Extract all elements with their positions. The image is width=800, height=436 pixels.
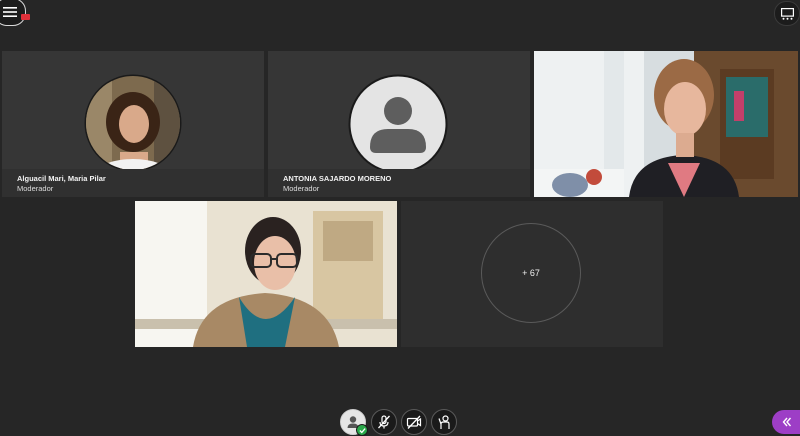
raise-hand-button[interactable] — [431, 409, 457, 435]
participant-name: Alguacil Mari, Maria Pilar — [17, 174, 106, 183]
participant-tile-1[interactable]: Alguacil Mari, Maria Pilar Moderador — [2, 51, 264, 197]
collapse-chevron-icon — [782, 417, 792, 427]
layout-toggle-button[interactable] — [774, 1, 800, 26]
status-ok-badge — [356, 424, 368, 436]
camera-off-icon — [406, 415, 422, 429]
more-participants-tile[interactable]: + 67 — [401, 201, 663, 347]
participant-info: ANTONIA SAJARDO MORENO Moderador — [268, 169, 530, 197]
participant-info: Alguacil Mari, Maria Pilar Moderador — [2, 169, 264, 197]
menu-icon — [3, 7, 17, 17]
participant-role: Moderador — [283, 184, 320, 193]
participant-video — [135, 201, 397, 347]
recording-icon — [21, 14, 30, 20]
more-participants-count: + 67 — [481, 223, 581, 323]
check-icon — [358, 427, 366, 433]
mic-off-icon — [378, 415, 390, 429]
overflow-count-label: + 67 — [522, 268, 540, 278]
layout-icon — [780, 7, 794, 20]
microphone-toggle-button[interactable] — [371, 409, 397, 435]
participant-video-tile-4[interactable] — [135, 201, 397, 347]
avatar — [84, 74, 182, 172]
user-silhouette-icon — [348, 74, 448, 174]
participant-name: ANTONIA SAJARDO MORENO — [283, 174, 392, 183]
participant-role: Moderador — [17, 184, 54, 193]
participant-video-tile-3[interactable] — [534, 51, 798, 197]
menu-button[interactable] — [0, 0, 26, 26]
raise-hand-icon — [438, 415, 450, 429]
camera-toggle-button[interactable] — [401, 409, 427, 435]
open-collaborate-panel-button[interactable] — [772, 410, 800, 434]
participant-video — [534, 51, 798, 197]
participant-tile-2[interactable]: ANTONIA SAJARDO MORENO Moderador — [268, 51, 530, 197]
